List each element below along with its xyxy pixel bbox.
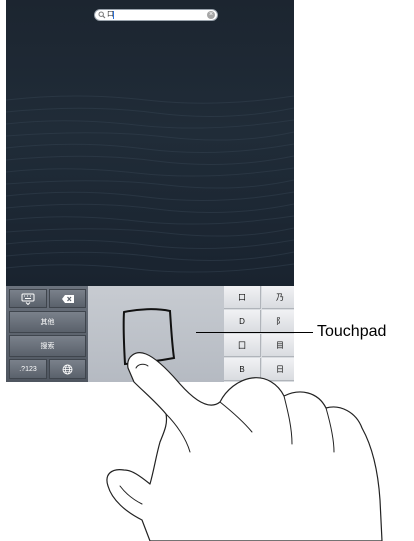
touchpad-callout-label: Touchpad <box>317 323 387 340</box>
hand-illustration <box>106 352 383 541</box>
touchpad-callout-line <box>196 332 313 333</box>
